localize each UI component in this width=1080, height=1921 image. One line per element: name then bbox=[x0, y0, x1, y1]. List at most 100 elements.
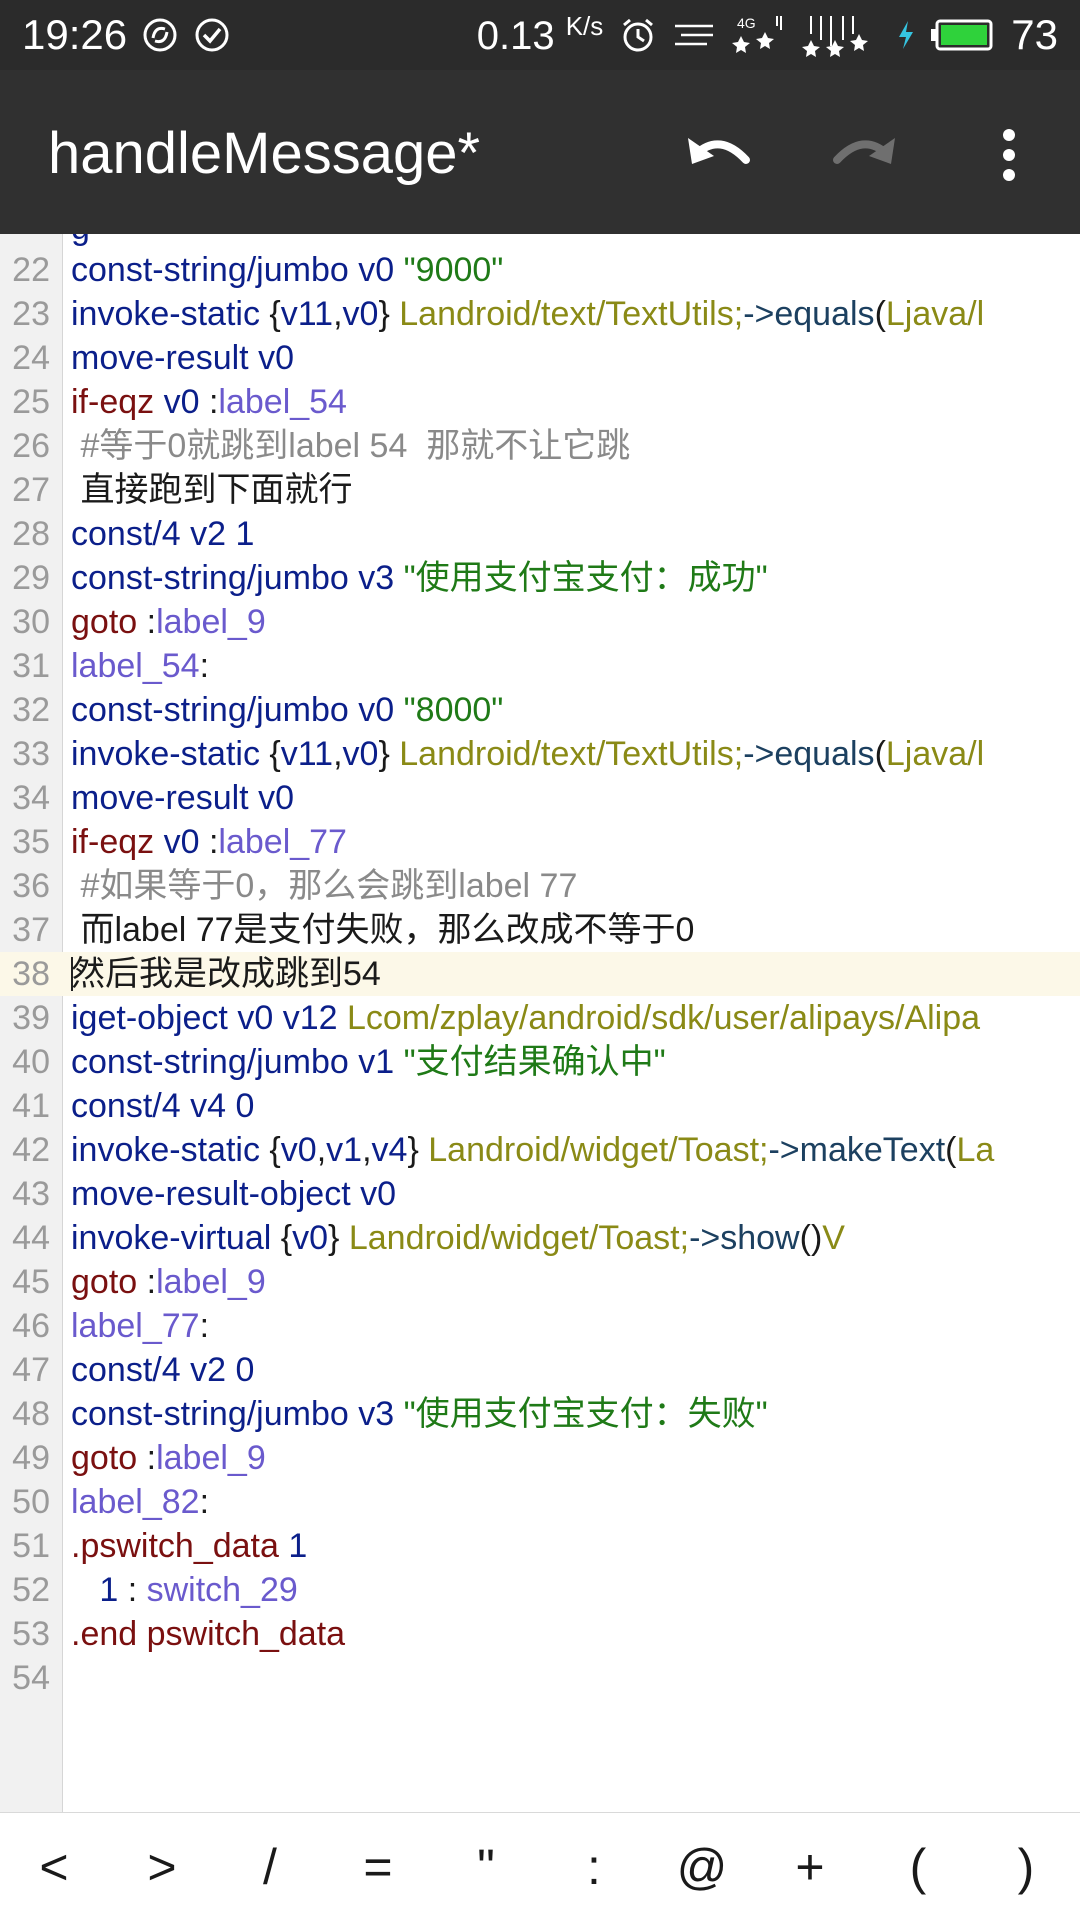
code-line[interactable]: 52 1 : switch_29 bbox=[0, 1568, 1080, 1612]
code-editor[interactable]: g 22const-string/jumbo v0 "9000"23invoke… bbox=[0, 234, 1080, 1812]
code-token: v0 bbox=[258, 339, 294, 377]
code-line[interactable]: 51 .pswitch_data 1 bbox=[0, 1524, 1080, 1568]
code-line[interactable]: 39 iget-object v0 v12 Lcom/zplay/android/… bbox=[0, 996, 1080, 1040]
code-line[interactable]: 32 const-string/jumbo v0 "8000" bbox=[0, 688, 1080, 732]
code-line[interactable]: 33 invoke-static {v11,v0} Landroid/text/T… bbox=[0, 732, 1080, 776]
code-token: v2 bbox=[190, 1351, 236, 1389]
code-line[interactable]: 30 goto :label_9 bbox=[0, 600, 1080, 644]
symbol-key-open-paren[interactable]: ( bbox=[864, 1813, 972, 1921]
code-line[interactable]: 35 if-eqz v0 :label_77 bbox=[0, 820, 1080, 864]
symbol-key-quote[interactable]: " bbox=[432, 1813, 540, 1921]
code-line[interactable]: 34 move-result v0 bbox=[0, 776, 1080, 820]
code-line[interactable]: 25 if-eqz v0 :label_54 bbox=[0, 380, 1080, 424]
code-text: const/4 v4 0 bbox=[71, 1084, 254, 1128]
code-token: ->equals bbox=[743, 295, 875, 333]
code-token: : bbox=[199, 1307, 210, 1345]
overflow-menu-button[interactable] bbox=[964, 110, 1054, 200]
code-token: "支付结果确认中" bbox=[403, 1043, 666, 1081]
code-token: if-eqz bbox=[71, 823, 164, 861]
symbol-key-at[interactable]: @ bbox=[648, 1813, 756, 1921]
code-line[interactable]: 41 const/4 v4 0 bbox=[0, 1084, 1080, 1128]
code-line[interactable]: 44 invoke-virtual {v0} Landroid/widget/To… bbox=[0, 1216, 1080, 1260]
symbol-key-plus[interactable]: + bbox=[756, 1813, 864, 1921]
code-line[interactable]: 53 .end pswitch_data bbox=[0, 1612, 1080, 1656]
code-token: { bbox=[269, 1131, 281, 1169]
code-line[interactable]: 50 label_82: bbox=[0, 1480, 1080, 1524]
code-line[interactable]: 22 const-string/jumbo v0 "9000" bbox=[0, 248, 1080, 292]
undo-button[interactable] bbox=[675, 110, 765, 200]
code-line[interactable]: 40 const-string/jumbo v1 "支付结果确认中" bbox=[0, 1040, 1080, 1084]
code-token: ->equals bbox=[743, 735, 875, 773]
code-line[interactable]: 31 label_54: bbox=[0, 644, 1080, 688]
symbol-key-colon[interactable]: : bbox=[540, 1813, 648, 1921]
code-line[interactable]: 45 goto :label_9 bbox=[0, 1260, 1080, 1304]
code-token: "使用支付宝支付：成功" bbox=[403, 559, 768, 597]
code-text: const-string/jumbo v3 "使用支付宝支付：失败" bbox=[71, 1392, 768, 1436]
code-token: v11 bbox=[280, 295, 334, 333]
code-token: 而label 77是支付失败，那么改成不等于0 bbox=[71, 911, 695, 949]
status-time: 19:26 bbox=[22, 11, 128, 58]
code-token: label_77 bbox=[71, 1307, 200, 1345]
code-token: } bbox=[328, 1219, 349, 1257]
code-token: { bbox=[269, 735, 281, 773]
code-line[interactable]: 26 #等于0就跳到label 54 那就不让它跳 bbox=[0, 424, 1080, 468]
code-text: #如果等于0，那么会跳到label 77 bbox=[71, 864, 577, 908]
code-token: { bbox=[280, 1219, 293, 1257]
code-token: v0 bbox=[342, 295, 379, 333]
code-token: v0 bbox=[280, 1131, 317, 1169]
code-token: const-string/jumbo bbox=[71, 1395, 359, 1433]
code-line[interactable]: 48 const-string/jumbo v3 "使用支付宝支付：失败" bbox=[0, 1392, 1080, 1436]
symbol-keys-bar: < > / = " : @ + ( ) bbox=[0, 1812, 1080, 1921]
code-line[interactable]: 36 #如果等于0，那么会跳到label 77 bbox=[0, 864, 1080, 908]
battery-icon bbox=[931, 18, 995, 52]
code-line[interactable]: 24 move-result v0 bbox=[0, 336, 1080, 380]
code-token: } bbox=[407, 1131, 429, 1169]
code-line[interactable]: 46 label_77: bbox=[0, 1304, 1080, 1348]
code-line[interactable]: 29 const-string/jumbo v3 "使用支付宝支付：成功" bbox=[0, 556, 1080, 600]
code-line[interactable]: 54 bbox=[0, 1656, 1080, 1700]
code-line[interactable]: 28 const/4 v2 1 bbox=[0, 512, 1080, 556]
line-number: 52 bbox=[12, 1571, 50, 1609]
file-title: handleMessage* bbox=[48, 121, 481, 186]
code-token: invoke-static bbox=[71, 1131, 270, 1169]
redo-button[interactable] bbox=[818, 110, 908, 200]
symbol-key-less-than[interactable]: < bbox=[0, 1813, 108, 1921]
code-token: v4 bbox=[371, 1131, 408, 1169]
code-text: goto :label_9 bbox=[71, 600, 266, 644]
code-token: Landroid/text/TextUtils; bbox=[399, 735, 744, 773]
code-text: .pswitch_data 1 bbox=[71, 1524, 307, 1568]
code-line[interactable]: 47 const/4 v2 0 bbox=[0, 1348, 1080, 1392]
code-line[interactable]: 37 而label 77是支付失败，那么改成不等于0 bbox=[0, 908, 1080, 952]
symbol-key-equals[interactable]: = bbox=[324, 1813, 432, 1921]
line-number: 48 bbox=[12, 1395, 50, 1433]
code-token: label_77 bbox=[218, 823, 347, 861]
status-bar: 19:26 0.13 K/s 4G 73 bbox=[0, 0, 1080, 70]
code-text: const-string/jumbo v1 "支付结果确认中" bbox=[71, 1040, 666, 1084]
code-text: const/4 v2 1 bbox=[71, 512, 254, 556]
symbol-key-greater-than[interactable]: > bbox=[108, 1813, 216, 1921]
code-token: : bbox=[146, 603, 157, 641]
code-line[interactable]: 42 invoke-static {v0,v1,v4} Landroid/widg… bbox=[0, 1128, 1080, 1172]
code-token: } bbox=[378, 295, 400, 333]
code-line[interactable]: 49 goto :label_9 bbox=[0, 1436, 1080, 1480]
code-token: Landroid/widget/Toast; bbox=[428, 1131, 769, 1169]
code-line[interactable]: 27 直接跑到下面就行 bbox=[0, 468, 1080, 512]
code-line[interactable]: 43 move-result-object v0 bbox=[0, 1172, 1080, 1216]
line-number: 53 bbox=[12, 1615, 50, 1653]
line-number: 30 bbox=[12, 603, 50, 641]
line-number: 47 bbox=[12, 1351, 50, 1389]
symbol-key-slash[interactable]: / bbox=[216, 1813, 324, 1921]
battery-level: 73 bbox=[1011, 11, 1058, 58]
undo-icon bbox=[688, 138, 750, 164]
code-token: v0 bbox=[292, 1219, 329, 1257]
line-number: 26 bbox=[12, 427, 50, 465]
code-token: #如果等于0，那么会跳到label 77 bbox=[71, 867, 578, 905]
code-token: "9000" bbox=[403, 251, 504, 289]
code-line[interactable]: 38 然后我是改成跳到54 bbox=[0, 952, 1080, 996]
code-line[interactable]: 23 invoke-static {v11,v0} Landroid/text/T… bbox=[0, 292, 1080, 336]
code-text: 直接跑到下面就行 bbox=[71, 468, 352, 512]
code-token: : bbox=[199, 647, 210, 685]
check-circle-icon bbox=[193, 16, 231, 54]
code-token: v0 bbox=[342, 735, 379, 773]
symbol-key-close-paren[interactable]: ) bbox=[972, 1813, 1080, 1921]
